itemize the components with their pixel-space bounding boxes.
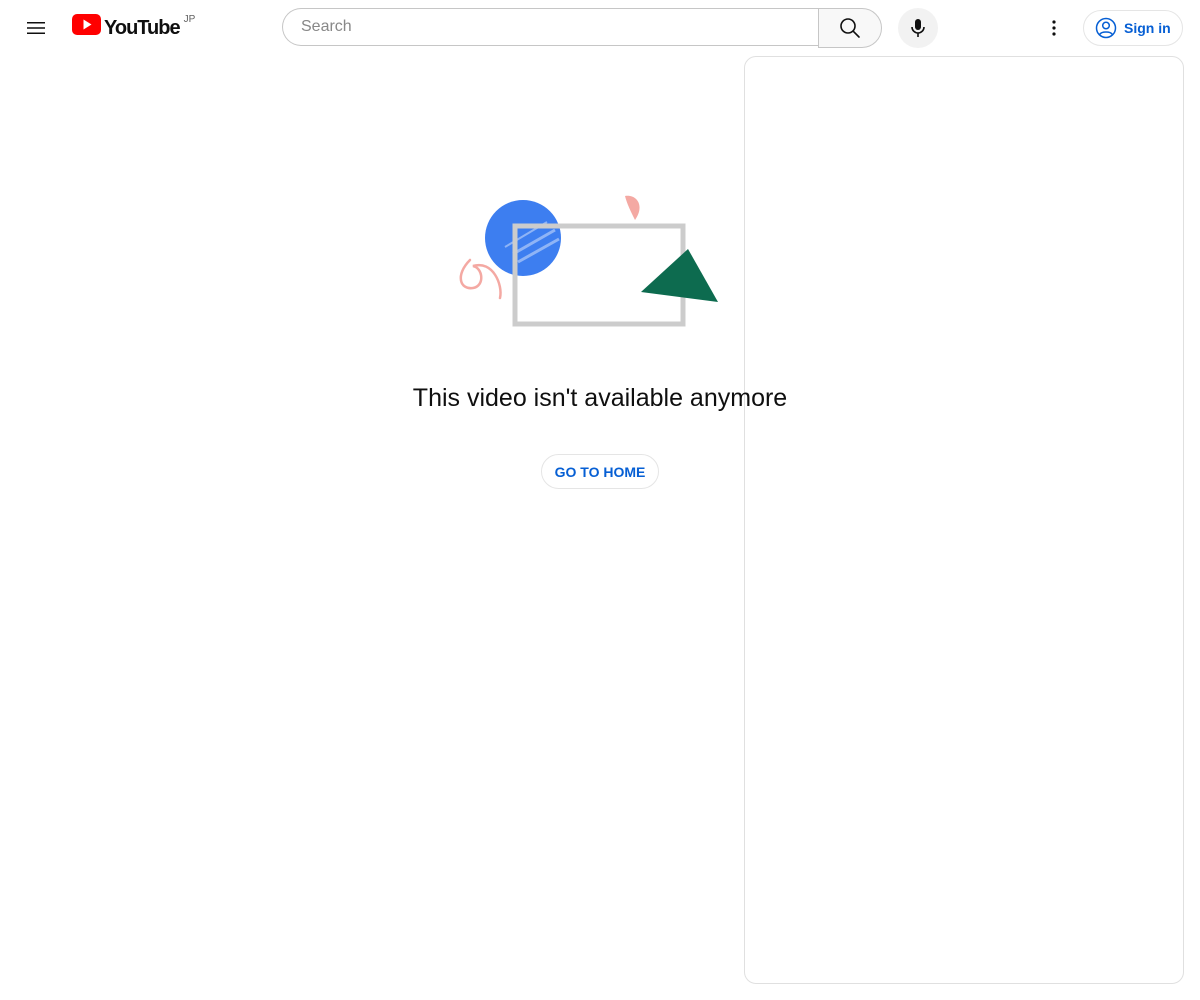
go-to-home-button[interactable]: GO TO HOME bbox=[541, 454, 659, 489]
guide-menu-button[interactable] bbox=[16, 8, 56, 48]
blue-circle-shape bbox=[485, 200, 561, 276]
error-message: This video isn't available anymore bbox=[412, 384, 788, 412]
more-vertical-icon bbox=[1052, 20, 1056, 36]
logo-wordmark: YouTube bbox=[104, 17, 181, 39]
search-icon bbox=[840, 18, 860, 38]
pink-petal-shape bbox=[625, 195, 640, 220]
sign-in-button[interactable]: Sign in bbox=[1083, 10, 1183, 46]
sign-in-label: Sign in bbox=[1124, 20, 1171, 36]
search-box[interactable] bbox=[282, 8, 818, 46]
voice-search-button[interactable] bbox=[898, 8, 938, 48]
youtube-play-logo-icon bbox=[72, 14, 101, 35]
microphone-icon bbox=[911, 19, 925, 37]
search-input[interactable] bbox=[299, 17, 818, 37]
country-code: JP bbox=[183, 14, 196, 25]
secondary-panel bbox=[744, 56, 1184, 984]
search-button[interactable] bbox=[818, 8, 882, 48]
green-triangle-shape bbox=[641, 249, 718, 302]
account-circle-icon bbox=[1095, 17, 1117, 39]
pink-squiggle-shape bbox=[459, 258, 502, 300]
hamburger-menu-icon bbox=[27, 22, 45, 34]
youtube-logo[interactable]: YouTube JP bbox=[72, 14, 195, 44]
masthead: YouTube JP Sign in bbox=[0, 0, 1200, 56]
settings-more-button[interactable] bbox=[1034, 8, 1074, 48]
video-unavailable-illustration bbox=[459, 195, 718, 327]
